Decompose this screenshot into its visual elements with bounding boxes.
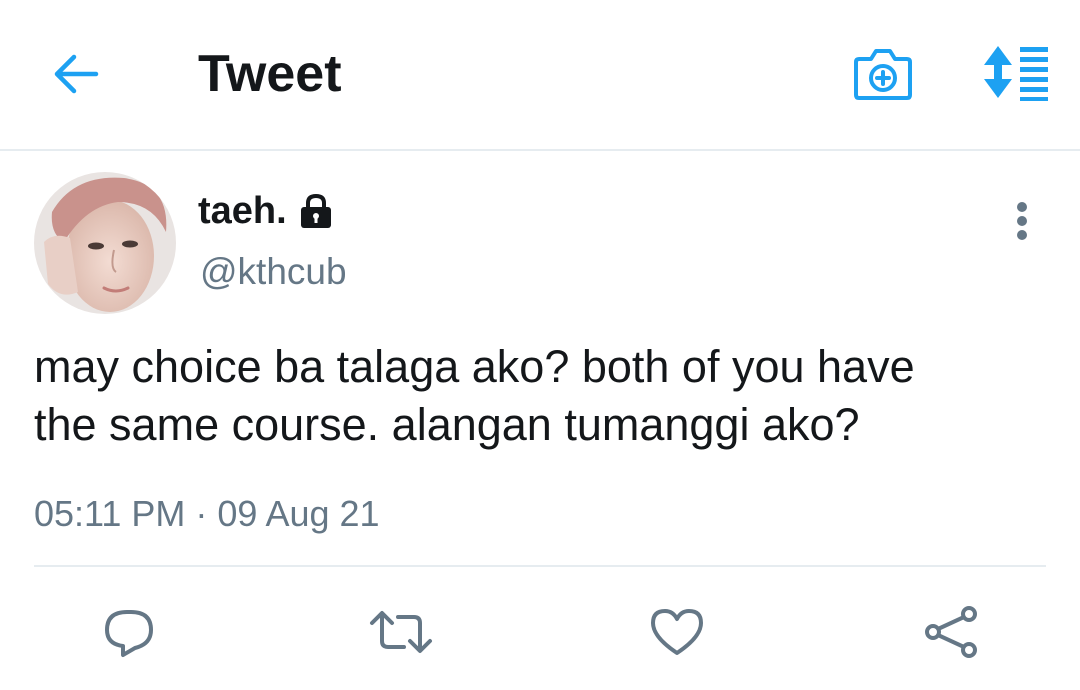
top-app-bar: Tweet — [0, 0, 1080, 151]
sort-list-icon — [984, 46, 1048, 101]
tweet-text: may choice ba talaga ako? both of you ha… — [34, 338, 1044, 454]
tweet-timestamp[interactable]: 05:11 PM · 09 Aug 21 — [34, 490, 380, 538]
retweet-button[interactable] — [366, 600, 436, 664]
reply-icon — [105, 610, 153, 657]
back-button[interactable] — [48, 50, 104, 98]
share-icon — [925, 606, 977, 658]
tweet-text-line: may choice ba talaga ako? both of you ha… — [34, 341, 915, 392]
camera-plus-icon — [854, 49, 912, 100]
sort-button[interactable] — [974, 42, 1054, 102]
share-button[interactable] — [916, 600, 986, 664]
more-options-button[interactable] — [1002, 196, 1042, 246]
user-handle[interactable]: @kthcub — [200, 248, 347, 296]
lock-icon — [299, 193, 333, 229]
like-button[interactable] — [642, 600, 712, 664]
heart-icon — [651, 609, 703, 655]
page-title: Tweet — [198, 45, 342, 103]
camera-button[interactable] — [850, 42, 916, 104]
avatar[interactable] — [34, 172, 176, 314]
retweet-icon — [370, 611, 432, 653]
tweet-text-line: the same course. alangan tumanggi ako? — [34, 399, 860, 450]
avatar-photo — [34, 172, 176, 314]
reply-button[interactable] — [94, 600, 164, 664]
divider — [34, 565, 1046, 567]
author-name-row[interactable]: taeh. — [198, 186, 333, 236]
arrow-left-icon — [54, 54, 99, 94]
more-vertical-icon — [1017, 202, 1027, 240]
display-name: taeh. — [198, 190, 287, 232]
tweet-detail-screen: Tweet taeh. @kthcub may choice ba talaga… — [0, 0, 1080, 690]
